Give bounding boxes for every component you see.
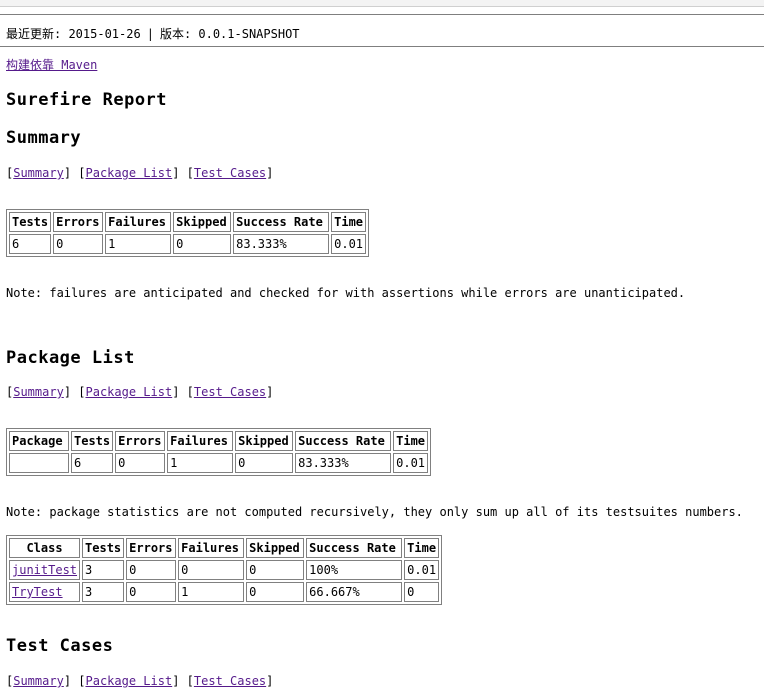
- table-row: junitTest 3 0 0 0 100% 0.01: [9, 560, 440, 580]
- meta-divider: [0, 46, 764, 47]
- meta-separator: |: [146, 27, 154, 41]
- report-meta: 最近更新: 2015-01-26 | 版本: 0.0.1-SNAPSHOT: [6, 25, 300, 42]
- nav-package-list-link[interactable]: Package List: [86, 385, 173, 399]
- cell-failures: 1: [105, 234, 172, 254]
- last-updated: 最近更新: 2015-01-26: [6, 27, 141, 41]
- table-header-row: Package Tests Errors Failures Skipped Su…: [9, 431, 429, 451]
- cell-tests: 6: [71, 453, 114, 473]
- nav-summary-link[interactable]: Summary: [13, 166, 64, 180]
- report-title: Surefire Report: [6, 90, 168, 110]
- cell-success-rate: 100%: [306, 560, 403, 580]
- test-cases-heading: Test Cases: [6, 636, 114, 656]
- nav-test-cases-link[interactable]: Test Cases: [194, 674, 266, 688]
- col-header: Class: [9, 538, 81, 558]
- cell-failures: 1: [167, 453, 234, 473]
- summary-table: Tests Errors Failures Skipped Success Ra…: [6, 209, 370, 257]
- cell-package: [9, 453, 69, 473]
- col-header: Tests: [71, 431, 114, 451]
- cell-failures: 0: [178, 560, 245, 580]
- table-row: 6 0 1 0 83.333% 0.01: [9, 234, 367, 254]
- section-nav-summary: [Summary] [Package List] [Test Cases]: [6, 166, 274, 180]
- col-header: Errors: [126, 538, 177, 558]
- col-header: Failures: [167, 431, 234, 451]
- header-divider: [0, 14, 764, 15]
- cell-errors: 0: [115, 453, 166, 473]
- col-header: Tests: [82, 538, 125, 558]
- col-header: Skipped: [235, 431, 294, 451]
- col-header: Success Rate: [233, 212, 330, 232]
- section-nav-package-list: [Summary] [Package List] [Test Cases]: [6, 385, 274, 399]
- nav-summary-link[interactable]: Summary: [13, 674, 64, 688]
- cell-tests: 3: [82, 560, 125, 580]
- col-header: Time: [404, 538, 440, 558]
- cell-skipped: 0: [173, 234, 232, 254]
- cell-success-rate: 83.333%: [295, 453, 392, 473]
- version: 版本: 0.0.1-SNAPSHOT: [159, 27, 300, 41]
- cell-errors: 0: [126, 560, 177, 580]
- package-list-heading: Package List: [6, 348, 135, 368]
- cell-class: TryTest: [9, 582, 81, 602]
- col-header: Success Rate: [295, 431, 392, 451]
- col-header: Skipped: [246, 538, 305, 558]
- nav-test-cases-link[interactable]: Test Cases: [194, 166, 266, 180]
- col-header: Skipped: [173, 212, 232, 232]
- built-by-maven-link[interactable]: 构建依靠 Maven: [6, 56, 97, 73]
- cell-skipped: 0: [246, 582, 305, 602]
- cell-success-rate: 66.667%: [306, 582, 403, 602]
- table-row: TryTest 3 0 1 0 66.667% 0: [9, 582, 440, 602]
- table-header-row: Tests Errors Failures Skipped Success Ra…: [9, 212, 367, 232]
- class-link-junittest[interactable]: junitTest: [12, 563, 77, 577]
- cell-time: 0: [404, 582, 440, 602]
- table-row: 6 0 1 0 83.333% 0.01: [9, 453, 429, 473]
- col-header: Errors: [115, 431, 166, 451]
- nav-summary-link[interactable]: Summary: [13, 385, 64, 399]
- package-table: Package Tests Errors Failures Skipped Su…: [6, 428, 432, 476]
- class-link-trytest[interactable]: TryTest: [12, 585, 63, 599]
- class-table: Class Tests Errors Failures Skipped Succ…: [6, 535, 443, 605]
- cell-class: junitTest: [9, 560, 81, 580]
- browser-bookmark-strip: [0, 0, 764, 7]
- cell-success-rate: 83.333%: [233, 234, 330, 254]
- cell-errors: 0: [53, 234, 104, 254]
- col-header: Package: [9, 431, 69, 451]
- col-header: Time: [331, 212, 367, 232]
- summary-note: Note: failures are anticipated and check…: [6, 286, 686, 300]
- cell-tests: 3: [82, 582, 125, 602]
- cell-errors: 0: [126, 582, 177, 602]
- nav-test-cases-link[interactable]: Test Cases: [194, 385, 266, 399]
- summary-heading: Summary: [6, 128, 82, 148]
- col-header: Time: [393, 431, 429, 451]
- col-header: Success Rate: [306, 538, 403, 558]
- cell-time: 0.01: [393, 453, 429, 473]
- cell-failures: 1: [178, 582, 245, 602]
- cell-time: 0.01: [404, 560, 440, 580]
- cell-skipped: 0: [246, 560, 305, 580]
- col-header: Errors: [53, 212, 104, 232]
- section-nav-test-cases: [Summary] [Package List] [Test Cases]: [6, 674, 274, 688]
- package-note: Note: package statistics are not compute…: [6, 505, 743, 519]
- cell-skipped: 0: [235, 453, 294, 473]
- cell-time: 0.01: [331, 234, 367, 254]
- col-header: Failures: [105, 212, 172, 232]
- nav-package-list-link[interactable]: Package List: [86, 674, 173, 688]
- table-header-row: Class Tests Errors Failures Skipped Succ…: [9, 538, 440, 558]
- col-header: Tests: [9, 212, 52, 232]
- nav-package-list-link[interactable]: Package List: [86, 166, 173, 180]
- cell-tests: 6: [9, 234, 52, 254]
- col-header: Failures: [178, 538, 245, 558]
